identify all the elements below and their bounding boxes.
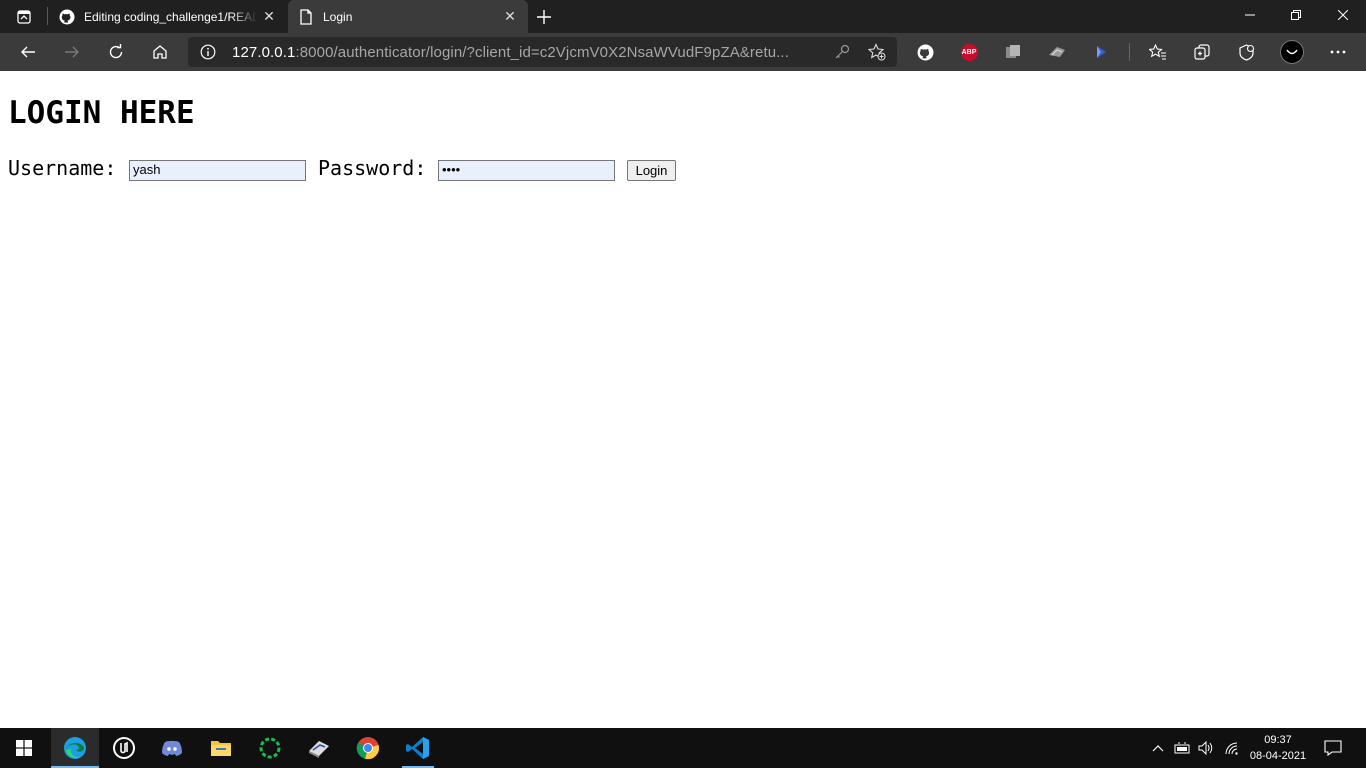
home-icon[interactable]	[144, 36, 176, 68]
password-label: Password:	[318, 156, 427, 180]
restore-icon[interactable]	[1273, 0, 1319, 30]
adblock-plus-icon[interactable]: ABP	[953, 36, 985, 68]
refresh-icon[interactable]	[100, 36, 132, 68]
profile-avatar-icon	[1280, 40, 1304, 64]
github-icon[interactable]	[909, 36, 941, 68]
discord-icon[interactable]	[148, 728, 196, 768]
spinner-app-icon[interactable]	[246, 728, 294, 768]
tab-login[interactable]: Login ✕	[288, 0, 528, 33]
battery-icon[interactable]	[1172, 728, 1192, 768]
key-icon[interactable]	[833, 43, 851, 61]
login-button[interactable]: Login	[627, 160, 676, 181]
add-favorite-icon[interactable]	[867, 43, 886, 61]
adblock-label: ABP	[960, 43, 978, 61]
page-content: LOGIN HERE Username: yash Password: ••••…	[0, 71, 1366, 728]
close-icon[interactable]: ✕	[498, 5, 522, 29]
extension-icon[interactable]	[1085, 36, 1117, 68]
vscode-icon[interactable]	[394, 728, 442, 768]
minimize-icon[interactable]	[1227, 0, 1273, 30]
url-host: 127.0.0.1	[232, 44, 296, 61]
browser-toolbar: 127.0.0.1:8000/authenticator/login/?clie…	[0, 33, 1366, 71]
volume-icon[interactable]	[1197, 728, 1217, 768]
clock-time: 09:37	[1264, 734, 1292, 746]
notifications-icon[interactable]	[1318, 728, 1348, 768]
browser-essentials-icon[interactable]	[1230, 36, 1262, 68]
scanner-app-icon[interactable]	[295, 728, 343, 768]
more-options-icon[interactable]	[1322, 36, 1354, 68]
clock-date: 08-04-2021	[1249, 750, 1307, 762]
username-input[interactable]: yash	[129, 160, 306, 181]
windows-start-icon[interactable]	[0, 728, 48, 768]
edge-icon[interactable]	[51, 728, 99, 768]
extension-icon[interactable]	[997, 36, 1029, 68]
favorites-icon[interactable]	[1142, 36, 1174, 68]
show-hidden-icons-icon[interactable]	[1150, 728, 1166, 768]
address-bar[interactable]: 127.0.0.1:8000/authenticator/login/?clie…	[188, 37, 897, 67]
tab-actions-icon[interactable]	[6, 4, 42, 29]
close-window-icon[interactable]	[1320, 0, 1366, 30]
page-title: LOGIN HERE	[8, 95, 195, 131]
page-icon	[298, 8, 314, 25]
system-clock[interactable]: 09:37 08-04-2021	[1244, 732, 1312, 764]
chrome-icon[interactable]	[344, 728, 392, 768]
tab-github-editing[interactable]: Editing coding_challenge1/READ ✕	[49, 0, 287, 33]
back-icon[interactable]	[12, 36, 44, 68]
taskbar: 09:37 08-04-2021	[0, 728, 1366, 768]
site-info-icon[interactable]	[200, 44, 216, 60]
username-label: Username:	[8, 156, 117, 180]
toolbar-divider	[1129, 43, 1130, 61]
forward-icon[interactable]	[56, 36, 88, 68]
avatar[interactable]	[1276, 36, 1308, 68]
new-tab-icon[interactable]	[530, 4, 558, 29]
password-input[interactable]: ••••	[438, 160, 615, 181]
close-icon[interactable]: ✕	[257, 5, 281, 29]
file-explorer-icon[interactable]	[197, 728, 245, 768]
tab-title: Editing coding_challenge1/READ	[84, 9, 257, 24]
github-icon	[59, 9, 75, 25]
network-icon[interactable]	[1222, 728, 1242, 768]
url-text[interactable]: 127.0.0.1:8000/authenticator/login/?clie…	[232, 44, 789, 61]
url-path: :8000/authenticator/login/?client_id=c2V…	[295, 44, 789, 61]
unreal-engine-icon[interactable]	[100, 728, 148, 768]
tab-divider	[47, 7, 48, 25]
tab-strip: Editing coding_challenge1/READ ✕ Login ✕	[0, 0, 1366, 33]
collections-icon[interactable]	[1186, 36, 1218, 68]
tab-title: Login	[323, 9, 353, 24]
extension-icon[interactable]	[1041, 36, 1073, 68]
